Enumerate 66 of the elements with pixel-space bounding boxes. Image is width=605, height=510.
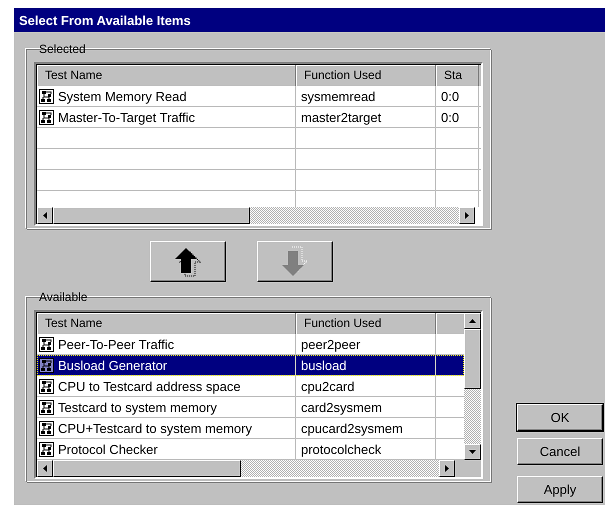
scroll-up-button[interactable] bbox=[464, 313, 481, 329]
table-cell: CPU+Testcard to system memory bbox=[58, 420, 252, 436]
scroll-down-button[interactable] bbox=[464, 444, 481, 460]
column-header[interactable]: Test Name bbox=[37, 65, 296, 86]
table-cell: 0:0 bbox=[441, 110, 460, 124]
table-cell: Testcard to system memory bbox=[58, 400, 217, 414]
network-icon bbox=[39, 400, 54, 414]
list-row[interactable]: System Memory Read sysmemread 0:0 bbox=[37, 86, 481, 107]
network-icon bbox=[39, 88, 54, 104]
table-cell: 0:0 bbox=[441, 88, 460, 104]
up-triangle-icon bbox=[469, 319, 476, 323]
window-title: Select From Available Items bbox=[19, 12, 191, 28]
network-icon bbox=[39, 358, 54, 372]
right-arrow-icon bbox=[465, 212, 469, 219]
table-cell: cpu2card bbox=[301, 378, 354, 394]
table-cell: master2target bbox=[301, 110, 382, 124]
dialog-button[interactable]: OK bbox=[517, 404, 603, 431]
scroll-right-button[interactable] bbox=[439, 460, 455, 477]
down-triangle-icon bbox=[469, 450, 476, 454]
table-cell: Busload Generator bbox=[58, 358, 168, 372]
scroll-thumb[interactable] bbox=[53, 460, 241, 477]
table-cell: System Memory Read bbox=[58, 88, 187, 104]
table-cell: CPU to Testcard address space bbox=[58, 378, 241, 394]
left-arrow-icon bbox=[43, 212, 47, 219]
dialog-button[interactable]: Apply bbox=[517, 476, 603, 503]
table-cell: protocolcheck bbox=[301, 442, 382, 456]
table-cell: Peer-To-Peer Traffic bbox=[58, 336, 174, 352]
column-header bbox=[436, 313, 464, 334]
table-cell: peer2peer bbox=[301, 336, 360, 352]
right-arrow-icon bbox=[445, 465, 449, 472]
network-icon bbox=[39, 110, 54, 124]
list-view[interactable]: Test Name Function Used Sta System Memory Read sysmemread 0:0 Master-To-Target Traffic master2target 0:0 bbox=[34, 62, 483, 226]
scrollbar-corner bbox=[455, 460, 481, 477]
left-arrow-icon bbox=[43, 465, 47, 472]
column-header[interactable]: Function Used bbox=[296, 313, 436, 334]
dialog-button[interactable]: Cancel bbox=[517, 438, 603, 465]
scroll-thumb[interactable] bbox=[464, 329, 481, 389]
vertical-scrollbar[interactable] bbox=[464, 313, 481, 460]
list-view[interactable] bbox=[34, 310, 483, 479]
group-label: Selected bbox=[38, 42, 87, 56]
network-icon bbox=[39, 336, 54, 352]
scroll-left-button[interactable] bbox=[37, 207, 53, 224]
table-cell: Master-To-Target Traffic bbox=[58, 110, 196, 124]
network-icon bbox=[39, 420, 54, 436]
table-cell: sysmemread bbox=[301, 88, 376, 104]
list-row[interactable]: Master-To-Target Traffic master2target 0:0 bbox=[37, 107, 481, 128]
horizontal-scrollbar[interactable] bbox=[37, 207, 475, 224]
group-label: Available bbox=[38, 290, 88, 304]
table-cell: cpucard2sysmem bbox=[301, 420, 403, 436]
scroll-thumb[interactable] bbox=[53, 207, 250, 224]
network-icon bbox=[39, 378, 54, 394]
scroll-right-button[interactable] bbox=[459, 207, 475, 224]
list-row[interactable]: CPU+Testcard to system memory cpucard2sysmem bbox=[37, 418, 464, 439]
table-cell: card2sysmem bbox=[301, 400, 382, 414]
list-row[interactable]: CPU to Testcard address space cpu2card bbox=[37, 376, 464, 397]
scroll-left-button[interactable] bbox=[37, 460, 53, 477]
horizontal-scrollbar[interactable] bbox=[37, 460, 455, 477]
table-cell: busload bbox=[301, 358, 347, 372]
table-cell: Protocol Checker bbox=[58, 442, 158, 456]
column-header[interactable]: Function Used bbox=[296, 65, 436, 86]
column-header[interactable]: Test Name bbox=[37, 313, 296, 334]
move-up-button[interactable] bbox=[150, 241, 226, 282]
list-row[interactable]: Testcard to system memory card2sysmem bbox=[37, 397, 464, 418]
column-header[interactable]: Sta bbox=[436, 65, 479, 86]
move-down-button[interactable] bbox=[257, 241, 333, 282]
network-icon bbox=[39, 442, 54, 456]
